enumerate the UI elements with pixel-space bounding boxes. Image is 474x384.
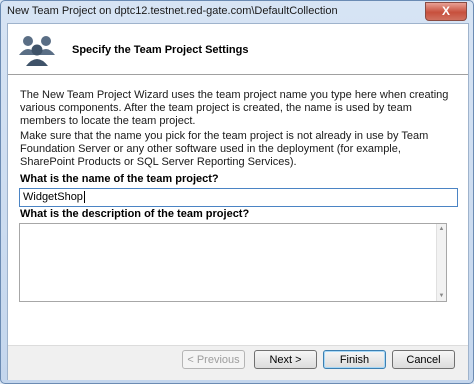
description-label: What is the description of the team proj… [20,208,250,220]
team-project-description-textarea[interactable]: ▲ ▼ [19,223,447,302]
wizard-window: New Team Project on dptc12.testnet.red-g… [0,0,474,384]
cancel-button[interactable]: Cancel [392,350,455,369]
team-project-name-input[interactable]: WidgetShop [19,188,458,207]
wizard-header: Specify the Team Project Settings [8,24,468,75]
scroll-up-icon[interactable]: ▲ [438,225,445,233]
name-label: What is the name of the team project? [20,173,219,185]
intro-text: The New Team Project Wizard uses the tea… [20,89,449,127]
finish-button[interactable]: Finish [323,350,386,369]
name-input-value: WidgetShop [23,191,83,203]
close-button[interactable]: X [425,2,467,21]
next-button[interactable]: Next > [254,350,317,369]
wizard-body: The New Team Project Wizard uses the tea… [8,75,468,345]
description-scrollbar[interactable]: ▲ ▼ [436,224,446,301]
window-title: New Team Project on dptc12.testnet.red-g… [7,5,338,17]
warning-text: Make sure that the name you pick for the… [20,130,429,168]
title-bar[interactable]: New Team Project on dptc12.testnet.red-g… [1,1,473,23]
wizard-footer: < Previous Next > Finish Cancel [8,345,468,380]
page-title: Specify the Team Project Settings [72,44,249,56]
team-people-icon [19,36,55,66]
scroll-down-icon[interactable]: ▼ [438,292,445,300]
previous-button[interactable]: < Previous [182,350,245,369]
wizard-client-area: Specify the Team Project Settings The Ne… [7,23,469,380]
text-caret [83,191,85,204]
